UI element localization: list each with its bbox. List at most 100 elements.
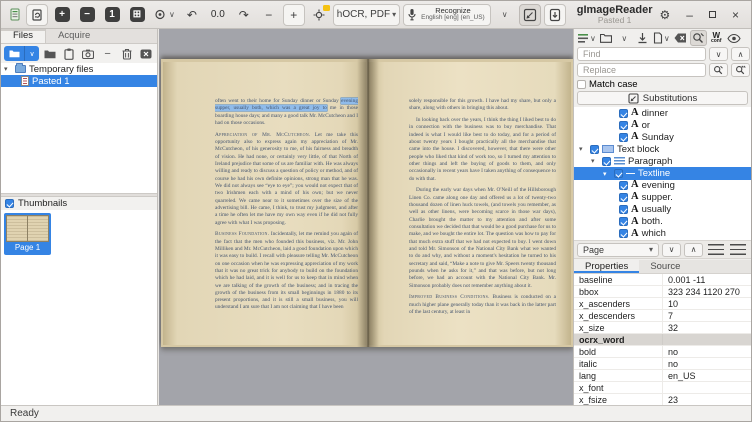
tab-properties[interactable]: Properties <box>574 260 639 273</box>
rotate-ccw-button[interactable]: ↶ <box>181 4 203 26</box>
property-row[interactable]: x_size32 <box>574 322 751 334</box>
paragraph-checkbox[interactable] <box>602 157 611 166</box>
screenshot-button[interactable] <box>80 46 96 61</box>
property-row[interactable]: x_font <box>574 382 751 394</box>
expander-icon[interactable]: ▾ <box>579 145 587 153</box>
word-checkbox[interactable] <box>619 193 628 202</box>
property-row[interactable]: boldno <box>574 346 751 358</box>
property-section-row[interactable]: ocrx_word <box>574 334 751 346</box>
batch-export-button[interactable] <box>544 4 566 26</box>
close-button[interactable]: × <box>732 8 739 22</box>
zoom-decrease-button[interactable]: − <box>258 4 280 26</box>
match-case-checkbox[interactable] <box>577 80 586 89</box>
delete-button[interactable] <box>119 46 135 61</box>
open-recent-button[interactable] <box>42 46 58 61</box>
tab-acquire[interactable]: Acquire <box>46 29 102 43</box>
zoom-fit-button[interactable]: ⊞ <box>126 4 148 26</box>
expander-icon[interactable]: ▾ <box>4 65 12 73</box>
settings-button[interactable]: ⚙ <box>660 8 671 22</box>
tree-block-item[interactable]: ▾Text block <box>574 143 751 155</box>
scanned-book-image[interactable]: often went to their home for Sunday dinn… <box>161 59 573 347</box>
tree-paragraph-item[interactable]: ▾Paragraph <box>574 155 751 167</box>
image-controls-toggle-button[interactable] <box>308 4 330 26</box>
tree-node-temporary-files[interactable]: ▾ Temporary files <box>1 63 157 75</box>
property-row[interactable]: baseline0.001 -11 <box>574 274 751 286</box>
zoom-in-button[interactable]: + <box>51 4 73 26</box>
property-row[interactable]: x_descenders7 <box>574 310 751 322</box>
tree-node-pasted-1[interactable]: Pasted 1 <box>1 75 157 87</box>
output-mode-dropdown[interactable]: hOCR, PDF ▾ <box>333 4 400 26</box>
paste-button[interactable] <box>61 46 77 61</box>
clear-output-button[interactable] <box>672 30 689 46</box>
expander-icon[interactable]: ▾ <box>603 170 611 178</box>
prev-page-button[interactable]: ∧ <box>684 243 703 257</box>
property-row[interactable]: bbox323 234 1120 270 <box>574 286 751 298</box>
rotate-page-button[interactable] <box>26 4 48 26</box>
recognize-language-dropdown[interactable]: ∨ <box>494 4 516 26</box>
minimize-button[interactable]: – <box>686 8 693 22</box>
maximize-button[interactable] <box>709 11 716 18</box>
property-row[interactable]: x_ascenders10 <box>574 298 751 310</box>
open-hocr-dropdown[interactable]: ∨ <box>616 30 633 46</box>
save-hocr-button[interactable] <box>634 30 651 46</box>
insert-mode-dropdown[interactable]: ∨ <box>576 30 597 46</box>
block-checkbox[interactable] <box>590 145 599 154</box>
tree-word-item[interactable]: Aevening <box>574 180 751 192</box>
next-page-button[interactable]: ∨ <box>662 243 681 257</box>
substitutions-button[interactable]: Substitutions <box>577 91 748 105</box>
word-checkbox[interactable] <box>619 181 628 190</box>
export-dropdown[interactable]: ∨ <box>652 30 671 46</box>
word-checkbox[interactable] <box>619 217 628 226</box>
document-canvas[interactable]: often went to their home for Sunday dinn… <box>159 29 575 405</box>
tree-word-item[interactable]: Adinner <box>574 107 751 119</box>
preview-toggle[interactable] <box>726 30 743 46</box>
zoom-out-button[interactable]: − <box>76 4 98 26</box>
word-checkbox[interactable] <box>619 133 628 142</box>
textline-checkbox[interactable] <box>614 169 623 178</box>
zoom-original-button[interactable]: 1 <box>101 4 123 26</box>
word-label: evening <box>642 180 675 191</box>
tree-word-item[interactable]: Asupper. <box>574 192 751 204</box>
property-row[interactable]: italicno <box>574 358 751 370</box>
find-next-button[interactable]: ∨ <box>709 47 728 61</box>
show-confidence-toggle[interactable]: Wconf <box>708 30 725 46</box>
property-row[interactable]: langen_US <box>574 370 751 382</box>
find-prev-button[interactable]: ∧ <box>731 47 750 61</box>
remove-page-button[interactable]: − <box>100 46 116 61</box>
add-images-button[interactable] <box>4 46 24 61</box>
word-checkbox[interactable] <box>619 109 628 118</box>
add-images-split-button[interactable]: ∨ <box>4 46 39 61</box>
tree-word-item[interactable]: Aor <box>574 119 751 131</box>
tab-files[interactable]: Files <box>1 29 46 43</box>
rotate-cw-button[interactable]: ↷ <box>233 4 255 26</box>
add-images-dropdown[interactable]: ∨ <box>24 46 39 61</box>
find-input[interactable] <box>577 47 706 61</box>
open-hocr-button[interactable] <box>598 30 615 46</box>
thumbnail-page-1[interactable]: Page 1 <box>4 213 51 255</box>
tree-word-item[interactable]: Awhich <box>574 228 751 240</box>
tab-source[interactable]: Source <box>639 260 691 273</box>
recognize-button[interactable]: Recognize English [eng] (en_US) <box>403 4 491 26</box>
paragraph-lead: Business Foundation. <box>215 231 269 237</box>
tree-word-item[interactable]: ASunday <box>574 131 751 143</box>
replace-input[interactable] <box>577 63 706 77</box>
tree-word-item[interactable]: Aboth. <box>574 216 751 228</box>
expander-icon[interactable]: ▾ <box>591 157 599 165</box>
word-checkbox[interactable] <box>619 205 628 214</box>
clear-all-button[interactable] <box>138 46 154 61</box>
word-checkbox[interactable] <box>619 121 628 130</box>
word-checkbox[interactable] <box>619 229 628 238</box>
image-controls-dropdown[interactable]: ∨ <box>151 4 178 26</box>
tree-word-item[interactable]: Ausually <box>574 204 751 216</box>
thumbnails-checkbox[interactable] <box>5 199 14 208</box>
replace-button[interactable] <box>709 63 728 77</box>
find-replace-toggle[interactable] <box>690 30 707 46</box>
rotation-angle-spinner[interactable]: 0.0 <box>206 4 230 26</box>
replace-all-button[interactable] <box>731 63 750 77</box>
page-combo[interactable]: Page ▾ <box>577 243 659 257</box>
tree-textline-item[interactable]: ▾—Textline <box>574 167 751 179</box>
expand-all-button[interactable] <box>706 243 725 257</box>
toggle-output-pane-button[interactable] <box>519 4 541 26</box>
collapse-all-button[interactable] <box>728 243 747 257</box>
zoom-increase-button[interactable]: + <box>283 4 305 26</box>
